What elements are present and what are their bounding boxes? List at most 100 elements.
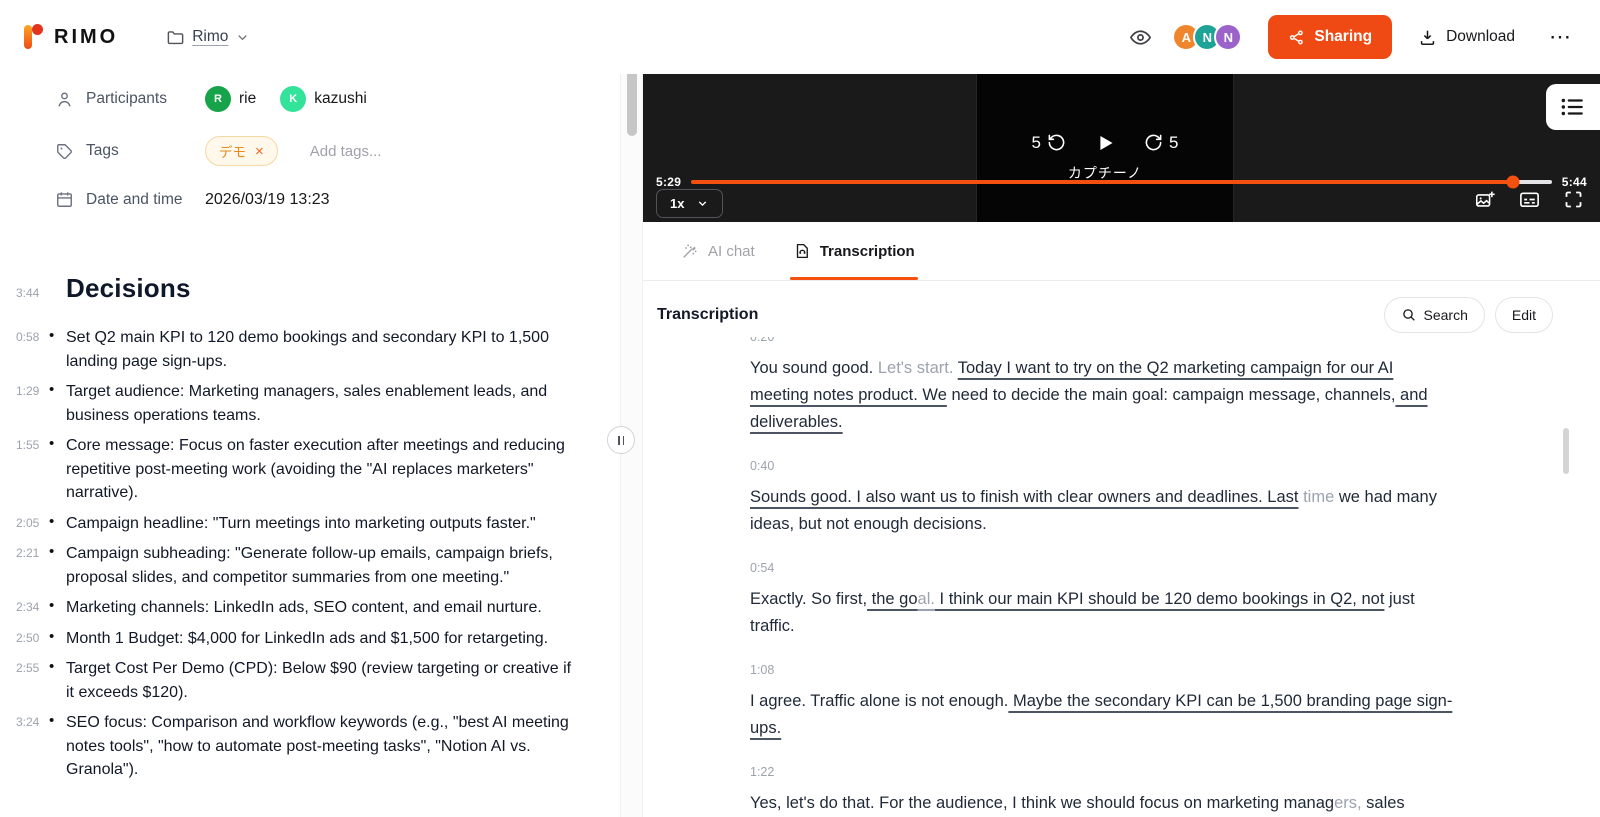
more-menu-button[interactable]: ⋯ <box>1543 24 1578 50</box>
transcript-segment[interactable]: Exactly. So first, <box>750 590 867 608</box>
decision-item[interactable]: 1:29 • Target audience: Marketing manage… <box>16 380 604 427</box>
workspace-name[interactable]: Rimo <box>192 28 228 46</box>
decision-item[interactable]: 2:05 • Campaign headline: "Turn meetings… <box>16 512 604 536</box>
playback-speed-button[interactable]: 1x <box>656 189 723 218</box>
calendar-icon <box>55 190 74 209</box>
decision-text[interactable]: Campaign headline: "Turn meetings into m… <box>66 512 604 536</box>
transcript-segment[interactable]: Sounds good. I also want us to finish wi… <box>750 488 1299 506</box>
capture-frame-icon[interactable] <box>1474 189 1496 211</box>
search-button[interactable]: Search <box>1384 297 1485 333</box>
avatar[interactable]: N <box>1214 23 1242 51</box>
bullet-glyph: • <box>49 512 66 536</box>
add-tags-input[interactable]: Add tags... <box>310 143 382 160</box>
transcript-timestamp[interactable]: 0:54 <box>750 561 774 575</box>
decisions-heading-timestamp[interactable]: 3:44 <box>16 286 66 300</box>
participants-label: Participants <box>55 90 205 109</box>
transcript-segment[interactable]: need to decide the main goal: campaign m… <box>947 386 1396 404</box>
participants-list[interactable]: Rrie Kkazushi <box>205 86 620 112</box>
decision-item[interactable]: 2:34 • Marketing channels: LinkedIn ads,… <box>16 596 604 620</box>
rimo-logo[interactable]: RIMO <box>22 22 118 52</box>
decision-item[interactable]: 2:55 • Target Cost Per Demo (CPD): Below… <box>16 657 604 704</box>
transcript-text[interactable]: Exactly. So first, the goal. I think our… <box>750 586 1454 640</box>
decision-text[interactable]: Marketing channels: LinkedIn ads, SEO co… <box>66 596 604 620</box>
transcript-segment[interactable]: I think our main KPI should be 120 demo … <box>935 590 1384 608</box>
person-icon <box>55 90 74 109</box>
bullet-glyph: • <box>49 380 66 427</box>
tab-transcription[interactable]: Transcription <box>793 222 915 280</box>
decision-text[interactable]: SEO focus: Comparison and workflow keywo… <box>66 711 604 782</box>
decision-text[interactable]: Target audience: Marketing managers, sal… <box>66 380 604 427</box>
notes-panel: Participants RrieKkazushi Tags デモ × Add … <box>0 74 620 817</box>
decision-text[interactable]: Set Q2 main KPI to 120 demo bookings and… <box>66 326 604 373</box>
decision-timestamp[interactable]: 3:24 <box>16 711 49 782</box>
decision-text[interactable]: Target Cost Per Demo (CPD): Below $90 (r… <box>66 657 604 704</box>
decision-timestamp[interactable]: 1:55 <box>16 434 49 505</box>
sharing-button[interactable]: Sharing <box>1268 15 1392 59</box>
viewer-avatars[interactable]: ANN <box>1172 23 1242 51</box>
rewind-5-button[interactable]: 5 <box>1032 133 1066 153</box>
transcript-segment[interactable]: ers, <box>1334 794 1362 812</box>
decision-timestamp[interactable]: 1:29 <box>16 380 49 427</box>
tag-remove-icon[interactable]: × <box>255 144 264 159</box>
decision-text[interactable]: Month 1 Budget: $4,000 for LinkedIn ads … <box>66 627 604 651</box>
transcript-entry: 0:40 Sounds good. I also want us to fini… <box>750 457 1454 538</box>
transcript-scrollbar[interactable] <box>1563 428 1569 474</box>
transcript-timestamp[interactable]: 0:20 <box>750 337 1454 344</box>
decision-item[interactable]: 1:55 • Core message: Focus on faster exe… <box>16 434 604 505</box>
decision-text[interactable]: Campaign subheading: "Generate follow-up… <box>66 542 604 589</box>
video-player[interactable]: 5 5 カプチーノ <box>643 74 1600 222</box>
transcript-text[interactable]: You sound good. Let's start. Today I wan… <box>750 355 1454 436</box>
decision-text[interactable]: Core message: Focus on faster execution … <box>66 434 604 505</box>
transcript-segment[interactable]: al. <box>918 590 935 608</box>
play-button[interactable] <box>1094 132 1116 154</box>
subtitles-icon[interactable] <box>1518 188 1541 211</box>
decision-item[interactable]: 2:50 • Month 1 Budget: $4,000 for Linked… <box>16 627 604 651</box>
transcript-segment[interactable]: Let's start. <box>878 359 954 377</box>
chapter-list-button[interactable] <box>1546 84 1600 130</box>
transcription-header: Transcription Search Edit <box>657 297 1553 333</box>
transcript-entry: 1:22 Yes, let's do that. For the audienc… <box>750 763 1454 813</box>
panel-divider[interactable] <box>620 74 642 817</box>
decision-timestamp[interactable]: 2:34 <box>16 596 49 620</box>
seek-thumb[interactable] <box>1507 176 1520 189</box>
decision-timestamp[interactable]: 2:05 <box>16 512 49 536</box>
decision-item[interactable]: 2:21 • Campaign subheading: "Generate fo… <box>16 542 604 589</box>
decisions-heading[interactable]: Decisions <box>66 273 191 304</box>
transcript-segment[interactable]: the go <box>867 590 917 608</box>
viewers-eye-icon[interactable] <box>1127 24 1154 51</box>
tag-chip[interactable]: デモ × <box>205 136 278 166</box>
decision-item[interactable]: 0:58 • Set Q2 main KPI to 120 demo booki… <box>16 326 604 373</box>
transcript-segment[interactable]: I think we should focus on marketing man… <box>1008 794 1335 812</box>
download-button[interactable]: Download <box>1418 28 1515 47</box>
decision-item[interactable]: 3:24 • SEO focus: Comparison and workflo… <box>16 711 604 782</box>
workspace-selector[interactable]: Rimo <box>166 28 250 47</box>
fullscreen-icon[interactable] <box>1563 189 1584 210</box>
transcript-segment[interactable]: sales <box>1362 794 1405 812</box>
transcript-timestamp[interactable]: 1:22 <box>750 765 774 779</box>
tag-icon <box>55 142 74 161</box>
participant-chip[interactable]: Kkazushi <box>280 86 367 112</box>
transcript-segment[interactable]: I agree. Traffic alone is not enough. <box>750 692 1008 710</box>
decision-timestamp[interactable]: 2:21 <box>16 542 49 589</box>
participant-chip[interactable]: Rrie <box>205 86 256 112</box>
transcript-text[interactable]: I agree. Traffic alone is not enough. Ma… <box>750 688 1454 742</box>
decision-timestamp[interactable]: 2:50 <box>16 627 49 651</box>
transcript-segment[interactable]: Yes, let's do that. For the audience, <box>750 794 1008 812</box>
transcript-timestamp[interactable]: 0:40 <box>750 459 774 473</box>
transcript-text[interactable]: Yes, let's do that. For the audience, I … <box>750 790 1454 813</box>
decision-timestamp[interactable]: 2:55 <box>16 657 49 704</box>
forward-5-button[interactable]: 5 <box>1144 133 1178 153</box>
bullet-glyph: • <box>49 711 66 782</box>
transcript-segment[interactable]: You sound good. <box>750 359 878 377</box>
transcript-text[interactable]: Sounds good. I also want us to finish wi… <box>750 484 1454 538</box>
transcript-timestamp[interactable]: 1:08 <box>750 663 774 677</box>
edit-button[interactable]: Edit <box>1495 297 1553 333</box>
transcript-segment[interactable]: time <box>1299 488 1335 506</box>
decision-timestamp[interactable]: 0:58 <box>16 326 49 373</box>
transcript-list[interactable]: 0:20 You sound good. Let's start. Today … <box>643 333 1600 813</box>
tab-ai-chat[interactable]: AI chat <box>681 222 755 280</box>
seek-bar[interactable] <box>691 180 1552 184</box>
date-value[interactable]: 2026/03/19 13:23 <box>205 191 620 209</box>
divider-drag-handle[interactable] <box>607 426 635 454</box>
chevron-down-icon <box>696 197 709 210</box>
